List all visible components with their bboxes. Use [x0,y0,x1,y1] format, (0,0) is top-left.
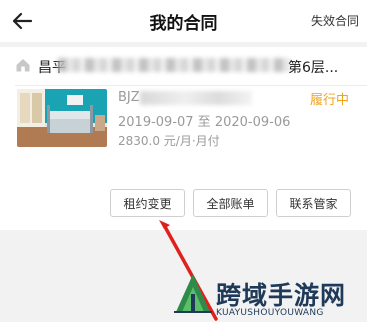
watermark-domain: KUAYUSHOUYOUWANG [216,308,324,318]
rent-info: 2830.0 元/月·月付 [118,134,220,148]
address-redacted [58,58,290,72]
watermark-name: 跨域手游网 [216,281,347,310]
contract-number: BJZ [118,90,140,105]
contract-card[interactable]: 昌平 第6层... BJZ 履行中 2019-09-07 至 2020-09-0… [0,47,367,230]
divider [15,85,367,86]
status-badge: 履行中 [309,93,349,108]
room-thumbnail [17,89,107,147]
watermark: 跨域手游网 KUAYUSHOUYOUWANG [172,270,367,322]
lease-change-button[interactable]: 租约变更 [110,189,185,217]
watermark-logo-icon [174,274,212,313]
address-row[interactable]: 昌平 第6层... [0,47,367,85]
top-bar: 我的合同 失效合同 [0,0,367,42]
expired-contracts-link[interactable]: 失效合同 [311,12,359,29]
contract-dates: 2019-09-07 至 2020-09-06 [118,115,291,130]
all-bills-button[interactable]: 全部账单 [193,189,268,217]
address-end: 第6层... [288,60,339,76]
home-icon [16,59,30,72]
contract-number-redacted [140,91,252,105]
contact-steward-button[interactable]: 联系管家 [276,189,351,217]
